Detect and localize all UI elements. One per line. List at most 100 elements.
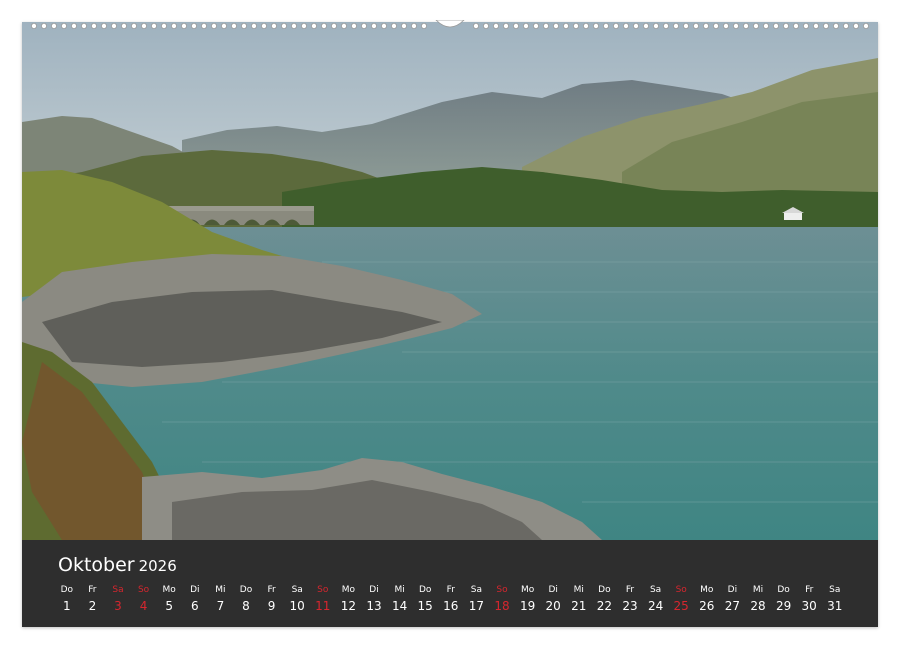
- day-number: 30: [801, 599, 817, 613]
- day-number: 15: [417, 599, 433, 613]
- day-number: 18: [494, 599, 510, 613]
- day-number: 21: [571, 599, 587, 613]
- day-cell: Do 8: [233, 584, 259, 615]
- day-number: 29: [775, 599, 792, 613]
- calendar-page: Oktober 2026 Do 1 Fr 2 Sa 3 So 4 Mo 5 Di 6 Mi 7 Do 8 Fr 9 S…: [0, 0, 899, 648]
- day-number: 24: [647, 599, 664, 613]
- month-name: Oktober: [58, 554, 135, 576]
- day-cell: Di 27: [720, 584, 746, 615]
- weekday-label: Fr: [446, 585, 455, 595]
- day-cell: Mo 26: [694, 584, 720, 615]
- weekday-label: Mi: [752, 585, 764, 595]
- day-number: 22: [596, 599, 613, 613]
- day-cell: Sa 31: [822, 584, 848, 615]
- day-cell: So 11: [310, 584, 336, 615]
- weekday-label: Do: [239, 585, 253, 595]
- day-cell: Di 6: [182, 584, 208, 615]
- weekday-label: Mo: [520, 585, 535, 595]
- weekday-label: Di: [190, 585, 200, 595]
- weekday-label: Mo: [162, 585, 176, 595]
- day-number: 23: [622, 599, 638, 613]
- day-cell: Fr 9: [259, 584, 285, 615]
- day-number: 8: [242, 599, 250, 613]
- day-number: 10: [289, 599, 305, 613]
- day-cell: Do 29: [771, 584, 797, 615]
- day-number: 25: [673, 599, 689, 613]
- day-number: 14: [391, 599, 408, 613]
- weekday-label: Do: [777, 585, 790, 595]
- day-cell: Mi 21: [566, 584, 592, 615]
- day-cell: Mo 12: [336, 584, 362, 615]
- day-number: 28: [750, 599, 766, 613]
- weekday-label: Mi: [573, 585, 584, 595]
- weekday-label: Sa: [291, 585, 303, 595]
- weekday-label: So: [137, 585, 150, 595]
- weekday-label: Fr: [267, 585, 276, 595]
- weekday-label: So: [675, 585, 687, 595]
- day-cell: Do 15: [412, 584, 438, 615]
- day-number: 3: [114, 599, 122, 613]
- day-number: 19: [519, 599, 536, 613]
- day-number: 17: [468, 599, 485, 613]
- day-cell: Di 13: [361, 584, 387, 615]
- weekday-label: Sa: [829, 585, 841, 595]
- day-number: 5: [165, 599, 173, 613]
- weekday-label: Mo: [341, 585, 356, 595]
- day-cell: So 18: [489, 584, 515, 615]
- weekday-label: Mi: [215, 585, 226, 595]
- day-number: 13: [366, 599, 382, 613]
- weekday-label: Do: [60, 585, 74, 595]
- weekday-label: Di: [548, 585, 558, 595]
- spiral-binding: [30, 20, 870, 29]
- day-cell: Mo 19: [515, 584, 541, 615]
- weekday-label: Sa: [649, 585, 662, 595]
- day-cell: Fr 30: [796, 584, 822, 615]
- weekday-label: Fr: [625, 585, 635, 595]
- hanger-notch: [435, 20, 465, 28]
- day-cell: Mo 5: [156, 584, 182, 615]
- weekday-label: So: [317, 585, 329, 595]
- landscape-photo: [22, 22, 878, 540]
- day-cell: Fr 16: [438, 584, 464, 615]
- year-label: 2026: [138, 557, 177, 575]
- day-number: 16: [443, 599, 459, 613]
- weekday-label: Sa: [470, 585, 482, 595]
- day-number: 6: [190, 599, 199, 613]
- weekday-label: Fr: [88, 585, 97, 595]
- day-cell: Mi 7: [208, 584, 234, 615]
- day-cell: So 4: [131, 584, 157, 615]
- weekday-label: Do: [418, 585, 432, 595]
- day-number: 9: [267, 599, 276, 613]
- day-number: 1: [62, 599, 71, 613]
- day-cell: Mi 14: [387, 584, 413, 615]
- weekday-label: Di: [727, 585, 738, 595]
- day-number: 26: [699, 599, 715, 613]
- day-cell: So 25: [668, 584, 694, 615]
- weekday-label: Do: [598, 585, 611, 595]
- day-number: 7: [216, 599, 225, 613]
- month-title: Oktober 2026: [58, 554, 177, 577]
- calendar-strip: Oktober 2026 Do 1 Fr 2 Sa 3 So 4 Mo 5 Di 6 Mi 7 Do 8 Fr 9 S…: [22, 540, 878, 627]
- weekday-label: Sa: [112, 585, 124, 595]
- day-number: 27: [724, 599, 741, 613]
- day-cell: Do 22: [592, 584, 618, 615]
- weekday-label: Fr: [805, 585, 814, 595]
- day-number: 11: [315, 599, 331, 613]
- day-number: 12: [340, 599, 357, 613]
- day-cell: Di 20: [540, 584, 566, 615]
- day-number: 31: [827, 599, 843, 613]
- day-number: 20: [545, 599, 561, 613]
- day-cell: Sa 24: [643, 584, 669, 615]
- day-cell: Sa 17: [464, 584, 490, 615]
- day-cell: Do 1: [54, 584, 80, 615]
- day-cell: Fr 2: [80, 584, 106, 615]
- day-cell: Mi 28: [745, 584, 771, 615]
- day-cell: Sa 3: [105, 584, 131, 615]
- day-cell: Sa 10: [284, 584, 310, 615]
- day-number: 4: [139, 599, 148, 613]
- weekday-label: Mo: [700, 585, 714, 595]
- day-cell: Fr 23: [617, 584, 643, 615]
- weekday-label: Mi: [394, 585, 405, 595]
- day-number: 2: [88, 599, 97, 613]
- weekday-label: So: [496, 585, 508, 595]
